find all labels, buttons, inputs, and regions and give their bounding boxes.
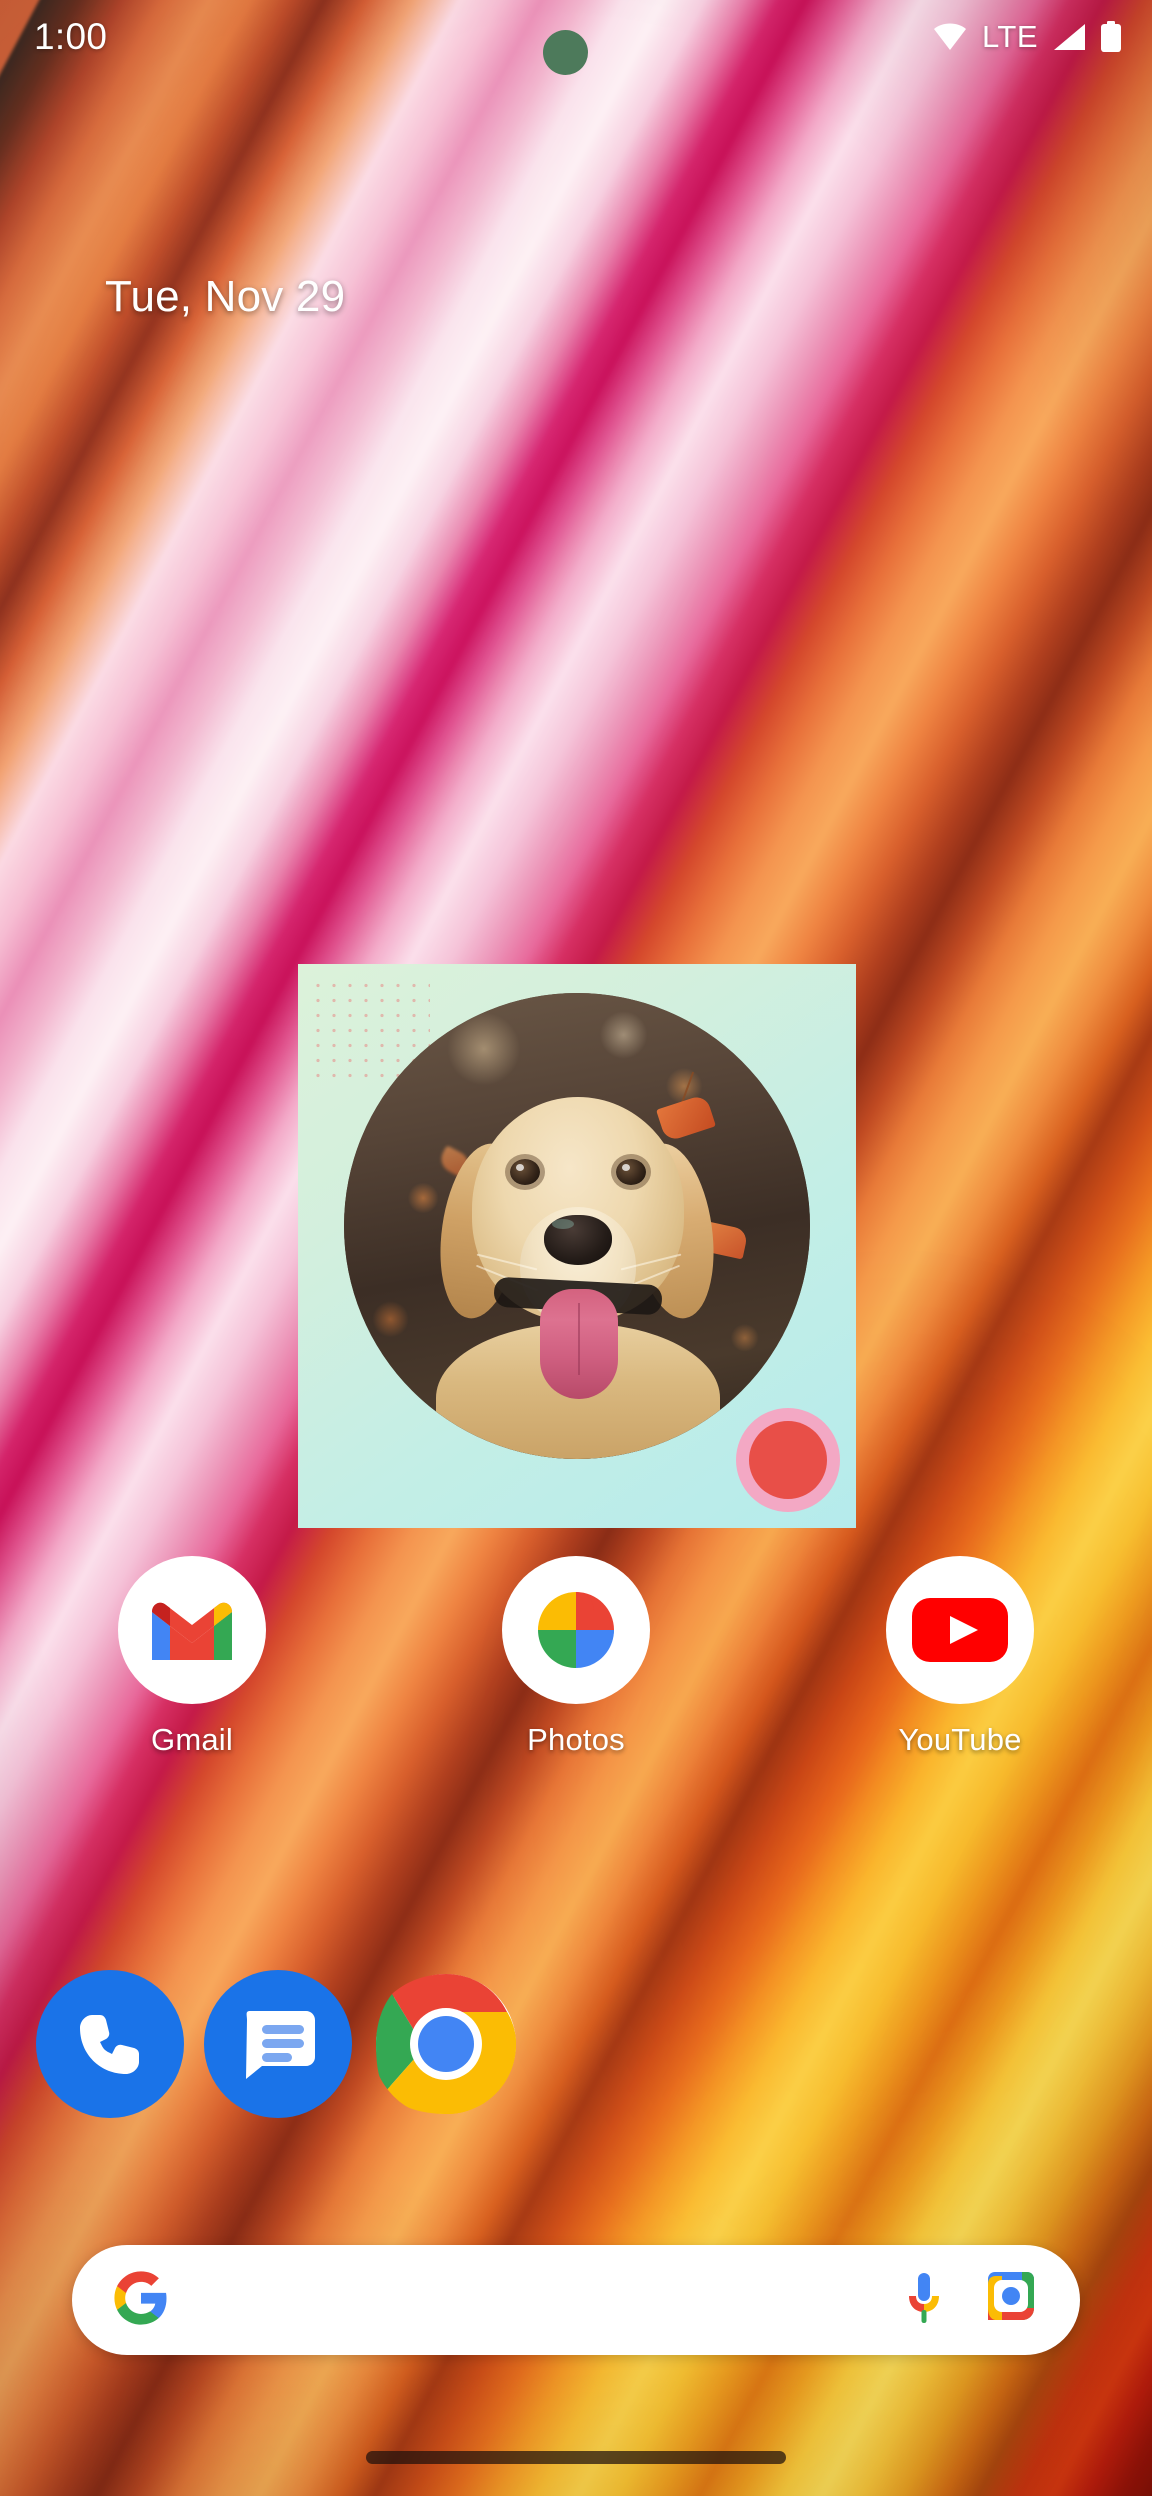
app-label: Photos	[527, 1722, 625, 1757]
dock-icon-chrome[interactable]	[372, 1970, 520, 2118]
android-home-screen: 1:00 LTE Tue, Nov 29 Gmail Photos YouTub…	[0, 0, 1152, 2496]
google-lens-camera-icon[interactable]	[982, 2270, 1040, 2331]
home-gesture-pill[interactable]	[366, 2451, 786, 2464]
camera-punch-hole	[543, 30, 588, 75]
status-icons: LTE	[932, 19, 1122, 55]
app-row: Gmail Photos YouTube	[0, 1556, 1152, 1758]
chrome-icon	[372, 1970, 520, 2118]
widget-accent-circle[interactable]	[736, 1408, 840, 1512]
dock-icon-messages[interactable]	[204, 1970, 352, 2118]
phone-icon	[36, 1970, 184, 2118]
microphone-icon[interactable]	[900, 2269, 948, 2332]
youtube-icon	[886, 1556, 1034, 1704]
widget-accent-inner	[749, 1421, 827, 1499]
network-type-label: LTE	[981, 19, 1038, 54]
search-actions	[900, 2269, 1040, 2332]
app-label: Gmail	[151, 1722, 233, 1757]
dock	[0, 1970, 1152, 2118]
signal-icon	[1052, 23, 1086, 51]
app-label: YouTube	[898, 1722, 1022, 1757]
dock-icon-phone[interactable]	[36, 1970, 184, 2118]
photo-frame-widget[interactable]	[298, 964, 856, 1528]
gmail-icon	[118, 1556, 266, 1704]
status-clock: 1:00	[34, 16, 108, 57]
google-photos-icon	[502, 1556, 650, 1704]
google-search-bar[interactable]	[72, 2245, 1080, 2355]
app-icon-youtube[interactable]: YouTube	[768, 1556, 1152, 1758]
app-icon-gmail[interactable]: Gmail	[0, 1556, 384, 1758]
dog-eye	[510, 1159, 540, 1185]
google-g-icon	[112, 2269, 170, 2332]
date-widget[interactable]: Tue, Nov 29	[105, 272, 345, 322]
dog-nose	[544, 1215, 612, 1265]
messages-icon	[204, 1970, 352, 2118]
dog-eye	[616, 1159, 646, 1185]
dog-photo	[344, 993, 810, 1459]
search-input[interactable]	[170, 2245, 900, 2355]
date-text: Tue, Nov 29	[105, 272, 346, 321]
widget-photo-circle	[344, 993, 810, 1459]
wifi-icon	[932, 23, 968, 51]
battery-icon	[1100, 21, 1122, 53]
dog-tongue	[540, 1289, 618, 1399]
app-icon-photos[interactable]: Photos	[384, 1556, 768, 1758]
